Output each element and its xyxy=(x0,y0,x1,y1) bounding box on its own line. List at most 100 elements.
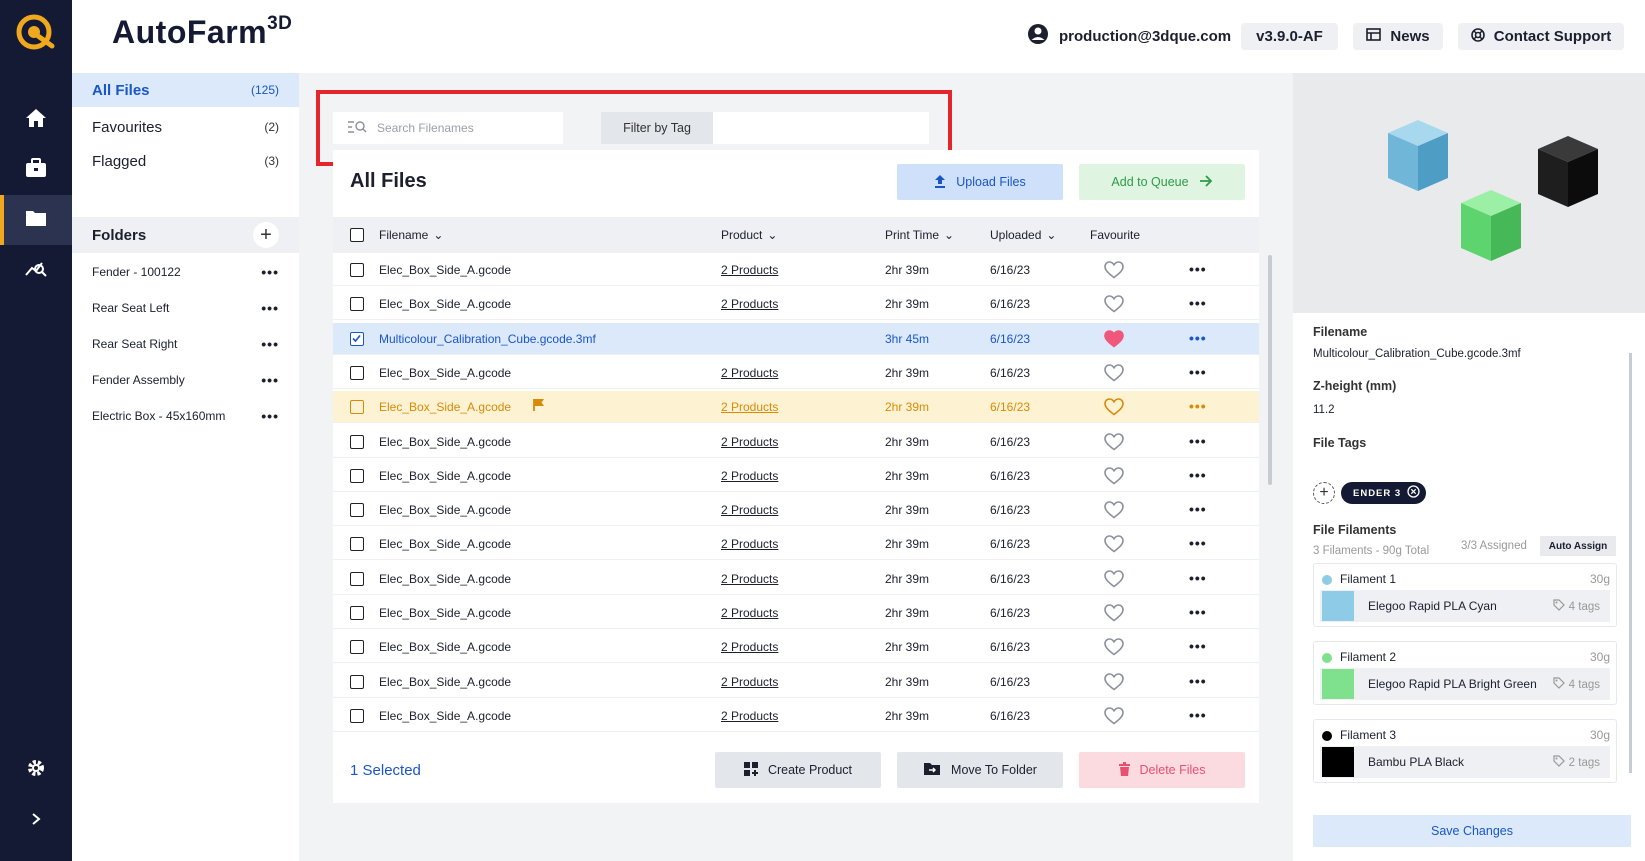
column-filename[interactable]: Filename ⌄ xyxy=(379,228,443,242)
more-options-icon[interactable]: ••• xyxy=(1189,295,1207,311)
table-row[interactable]: Elec_Box_Side_A.gcode 2 Products 2hr 39m… xyxy=(333,460,1259,492)
file-name[interactable]: Elec_Box_Side_A.gcode xyxy=(379,469,511,483)
row-checkbox[interactable] xyxy=(350,365,364,380)
more-options-icon[interactable]: ••• xyxy=(1189,570,1207,586)
create-product-button[interactable]: Create Product xyxy=(715,752,881,788)
column-product[interactable]: Product ⌄ xyxy=(721,228,777,242)
favourite-heart-icon[interactable] xyxy=(1104,432,1124,454)
detail-scrollbar[interactable] xyxy=(1629,353,1632,773)
product-link[interactable]: 2 Products xyxy=(721,606,778,620)
select-all-checkbox[interactable] xyxy=(350,228,364,242)
remove-tag-icon[interactable] xyxy=(1407,485,1420,501)
file-name[interactable]: Elec_Box_Side_A.gcode xyxy=(379,709,511,723)
row-checkbox[interactable] xyxy=(350,263,364,277)
move-to-folder-button[interactable]: Move To Folder xyxy=(897,752,1063,788)
file-name[interactable]: Multicolour_Calibration_Cube.gcode.3mf xyxy=(379,332,596,346)
table-row[interactable]: Multicolour_Calibration_Cube.gcode.3mf 3… xyxy=(333,322,1259,355)
nav-settings[interactable] xyxy=(0,745,72,795)
row-checkbox[interactable] xyxy=(350,400,364,415)
table-row[interactable]: Elec_Box_Side_A.gcode 2 Products 2hr 39m… xyxy=(333,426,1259,458)
table-row[interactable]: Elec_Box_Side_A.gcode 2 Products 2hr 39m… xyxy=(333,254,1259,286)
favourite-heart-icon[interactable] xyxy=(1104,569,1124,591)
more-options-icon[interactable]: ••• xyxy=(1189,364,1207,380)
favourite-heart-icon[interactable] xyxy=(1104,295,1124,316)
file-name[interactable]: Elec_Box_Side_A.gcode xyxy=(379,606,511,620)
more-options-icon[interactable]: ••• xyxy=(1189,604,1207,620)
product-link[interactable]: 2 Products xyxy=(721,537,778,551)
row-checkbox[interactable] xyxy=(350,606,364,620)
table-row[interactable]: Elec_Box_Side_A.gcode 2 Products 2hr 39m… xyxy=(333,631,1259,664)
filament-card[interactable]: Filament 2 30g Elegoo Rapid PLA Bright G… xyxy=(1313,641,1617,705)
nav-files[interactable] xyxy=(0,195,72,245)
row-checkbox[interactable] xyxy=(350,503,364,518)
filament-material-row[interactable]: Elegoo Rapid PLA Bright Green 4 tags xyxy=(1320,668,1610,700)
more-options-icon[interactable]: ••• xyxy=(1189,707,1207,723)
auto-assign-button[interactable]: Auto Assign xyxy=(1540,536,1616,556)
more-options-icon[interactable]: ••• xyxy=(1189,467,1207,483)
favourite-heart-icon[interactable] xyxy=(1104,638,1124,659)
file-name[interactable]: Elec_Box_Side_A.gcode xyxy=(379,572,511,586)
upload-files-button[interactable]: Upload Files xyxy=(897,164,1063,200)
table-row[interactable]: Elec_Box_Side_A.gcode 2 Products 2hr 39m… xyxy=(333,528,1259,561)
file-name[interactable]: Elec_Box_Side_A.gcode xyxy=(379,640,511,654)
app-logo[interactable] xyxy=(14,12,58,52)
table-row[interactable]: Elec_Box_Side_A.gcode 2 Products 2hr 39m… xyxy=(333,391,1259,424)
more-options-icon[interactable]: ••• xyxy=(1189,330,1207,346)
product-link[interactable]: 2 Products xyxy=(721,435,778,449)
row-checkbox[interactable] xyxy=(350,537,364,552)
file-name[interactable]: Elec_Box_Side_A.gcode xyxy=(379,400,511,414)
more-options-icon[interactable]: ••• xyxy=(1189,638,1207,654)
product-link[interactable]: 2 Products xyxy=(721,400,778,414)
sidebar-item-all-files[interactable]: All Files (125) xyxy=(72,73,299,107)
favourite-heart-icon[interactable] xyxy=(1104,398,1124,419)
table-row[interactable]: Elec_Box_Side_A.gcode 2 Products 2hr 39m… xyxy=(333,666,1259,698)
filament-card[interactable]: Filament 3 30g Bambu PLA Black 2 tags xyxy=(1313,719,1617,783)
file-name[interactable]: Elec_Box_Side_A.gcode xyxy=(379,297,511,311)
product-link[interactable]: 2 Products xyxy=(721,469,778,483)
table-row[interactable]: Elec_Box_Side_A.gcode 2 Products 2hr 39m… xyxy=(333,357,1259,389)
model-preview[interactable] xyxy=(1293,73,1645,313)
filament-material-row[interactable]: Bambu PLA Black 2 tags xyxy=(1320,746,1610,778)
row-checkbox[interactable] xyxy=(350,640,364,655)
user-account[interactable]: production@3dque.com xyxy=(1027,23,1231,49)
row-checkbox[interactable] xyxy=(350,297,364,312)
favourite-heart-icon[interactable] xyxy=(1104,604,1124,625)
product-link[interactable]: 2 Products xyxy=(721,709,778,723)
product-link[interactable]: 2 Products xyxy=(721,263,778,277)
folder-item[interactable]: Electric Box - 45x160mm ••• xyxy=(72,399,299,433)
favourite-heart-icon[interactable] xyxy=(1104,501,1124,522)
table-row[interactable]: Elec_Box_Side_A.gcode 2 Products 2hr 39m… xyxy=(333,597,1259,629)
file-name[interactable]: Elec_Box_Side_A.gcode xyxy=(379,435,511,449)
file-name[interactable]: Elec_Box_Side_A.gcode xyxy=(379,537,511,551)
row-checkbox[interactable] xyxy=(350,571,364,586)
column-print-time[interactable]: Print Time ⌄ xyxy=(885,228,954,242)
row-checkbox[interactable] xyxy=(350,674,364,689)
more-options-icon[interactable]: ••• xyxy=(261,264,279,280)
filament-material-row[interactable]: Elegoo Rapid PLA Cyan 4 tags xyxy=(1320,590,1610,622)
product-link[interactable]: 2 Products xyxy=(721,366,778,380)
favourite-heart-icon[interactable] xyxy=(1104,535,1124,556)
more-options-icon[interactable]: ••• xyxy=(1189,261,1207,277)
favourite-heart-icon[interactable] xyxy=(1104,329,1124,351)
nav-expand[interactable] xyxy=(0,796,72,846)
product-link[interactable]: 2 Products xyxy=(721,675,778,689)
product-link[interactable]: 2 Products xyxy=(721,297,778,311)
more-options-icon[interactable]: ••• xyxy=(1189,433,1207,449)
product-link[interactable]: 2 Products xyxy=(721,572,778,586)
add-folder-button[interactable]: + xyxy=(253,222,279,248)
table-row[interactable]: Elec_Box_Side_A.gcode 2 Products 2hr 39m… xyxy=(333,494,1259,527)
product-link[interactable]: 2 Products xyxy=(721,503,778,517)
table-row[interactable]: Elec_Box_Side_A.gcode 2 Products 2hr 39m… xyxy=(333,288,1259,321)
nav-home[interactable] xyxy=(0,95,72,145)
table-row[interactable]: Elec_Box_Side_A.gcode 2 Products 2hr 39m… xyxy=(333,563,1259,595)
delete-files-button[interactable]: Delete Files xyxy=(1079,752,1245,788)
file-name[interactable]: Elec_Box_Side_A.gcode xyxy=(379,503,511,517)
contact-support-button[interactable]: Contact Support xyxy=(1458,23,1624,50)
save-changes-button[interactable]: Save Changes xyxy=(1313,815,1631,847)
add-tag-button[interactable]: + xyxy=(1313,482,1335,504)
more-options-icon[interactable]: ••• xyxy=(261,408,279,424)
folder-item[interactable]: Rear Seat Right ••• xyxy=(72,327,299,361)
file-name[interactable]: Elec_Box_Side_A.gcode xyxy=(379,366,511,380)
folder-item[interactable]: Fender - 100122 ••• xyxy=(72,255,299,289)
folder-item[interactable]: Fender Assembly ••• xyxy=(72,363,299,397)
